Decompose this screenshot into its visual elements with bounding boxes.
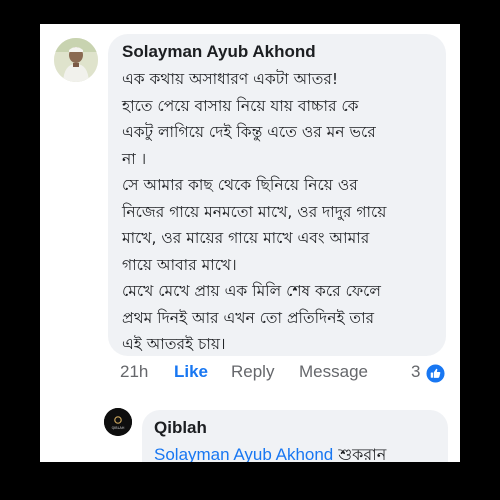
reply-message: শুকরান [333,445,387,462]
like-button[interactable]: Like [174,362,208,382]
reaction-count[interactable]: 3 [411,362,420,382]
comment-card: Solayman Ayub Akhond এক কথায় অসাধারণ এক… [40,24,460,462]
reply-avatar-text: QIBLAH [112,426,125,430]
comment-line: মাখে, ওর মায়ের গায়ে মাখে এবং আমার [122,229,370,247]
comment-timestamp[interactable]: 21h [120,362,148,382]
reply-bubble: Qiblah Solayman Ayub Akhond শুকরান [142,410,448,462]
reply-author[interactable]: Qiblah [154,418,207,438]
comment-bubble: Solayman Ayub Akhond এক কথায় অসাধারণ এক… [108,34,446,356]
comment-line: এই আতরই চায়। [122,335,226,353]
comment-line: মেখে মেখে প্রায় এক মিলি শেষ করে ফেলে [122,282,381,300]
comment-line: একটু লাগিয়ে দেই কিন্তু এতে ওর মন ভরে [122,123,376,141]
reply-button[interactable]: Reply [231,362,274,382]
commenter-avatar[interactable] [54,38,98,82]
like-reaction-icon[interactable] [426,364,445,383]
comment-line: না । [122,149,147,168]
comment-author[interactable]: Solayman Ayub Akhond [122,42,316,62]
comment-line: হাতে পেয়ে বাসায় নিয়ে যায় বাচ্চার কে [122,96,359,115]
commenter-photo [54,38,98,82]
comment-text: এক কথায় অসাধারণ একটা আতর! হাতে পেয়ে বা… [122,66,440,358]
mention-link[interactable]: Solayman Ayub Akhond [154,445,333,462]
comment-line: নিজের গায়ে মনমতো মাখে, ওর দাদুর গায়ে [122,202,387,221]
reply-avatar[interactable]: QIBLAH [104,408,132,436]
comment-actions: 21h Like Reply Message 3 [120,360,450,386]
comment-line: গায়ে আবার মাখে। [122,255,237,274]
comment-line: এক কথায় অসাধারণ একটা আতর! [122,70,339,88]
message-button[interactable]: Message [299,362,368,382]
comment-line: সে আমার কাছ থেকে ছিনিয়ে নিয়ে ওর [122,176,358,194]
reply-text: Solayman Ayub Akhond শুকরান [154,442,386,462]
qiblah-logo-icon: QIBLAH [104,408,132,436]
comment-line: প্রথম দিনই আর এখন তো প্রতিদিনই তার [122,308,375,327]
